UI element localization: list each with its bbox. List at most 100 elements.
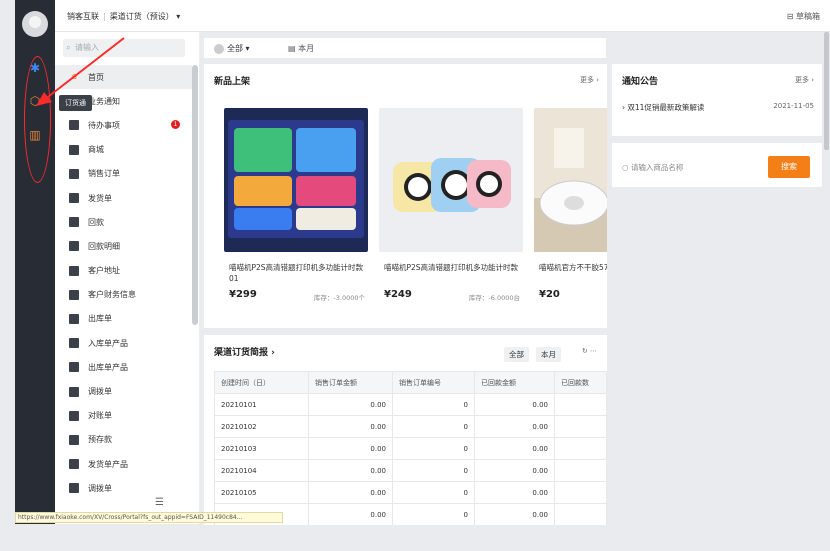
table-row: 20210102 0.00 0 0.00 <box>214 415 607 438</box>
product-image <box>379 108 523 252</box>
menu-item-icon <box>69 289 79 300</box>
sidebar-item[interactable]: 客户财务信息 <box>55 283 192 307</box>
table-row: 20210105 0.00 0 0.00 <box>214 481 607 504</box>
table-cell: 0.00 <box>308 393 393 416</box>
product-image <box>224 108 368 252</box>
sidebar-item-label: 客户财务信息 <box>88 290 136 300</box>
sidebar-item[interactable]: 商城 <box>55 138 192 162</box>
table-cell: 0 <box>392 481 475 504</box>
table-cell <box>554 415 607 438</box>
table-cell: 0.00 <box>474 393 555 416</box>
sidebar-scrollbar[interactable] <box>192 65 198 325</box>
notification-badge: 1 <box>171 120 180 130</box>
table-cell: 0.00 <box>308 437 393 460</box>
sidebar-item[interactable]: 调拨单 <box>55 476 192 500</box>
table-cell: 0.00 <box>474 481 555 504</box>
table-cell: 0 <box>392 393 475 416</box>
table-cell: 0.00 <box>308 503 393 525</box>
sidebar-item[interactable]: 回款明细 <box>55 234 192 258</box>
user-avatar-icon <box>214 43 224 54</box>
search-icon: ○ <box>622 163 629 172</box>
table-cell: 0.00 <box>474 503 555 525</box>
menu-item-icon <box>69 386 79 397</box>
column-header[interactable]: 已回款金额 <box>474 371 555 394</box>
channel-name: 渠道订货（预设） <box>109 12 174 21</box>
sidebar-item[interactable]: 待办事项 1 <box>55 113 192 137</box>
period-select[interactable]: ▤ 本月 <box>288 43 314 54</box>
menu-item-icon <box>69 241 79 252</box>
column-header[interactable]: 销售订单金额 <box>308 371 393 394</box>
refresh-icon[interactable]: ↻ ⋯ <box>582 347 597 355</box>
goods-search-input[interactable]: ○ 请输入商品名称 <box>622 162 683 173</box>
sidebar-item[interactable]: 出库单产品 <box>55 355 192 379</box>
menu-item-icon <box>69 217 79 228</box>
table-cell <box>554 459 607 482</box>
column-header[interactable]: 销售订单编号 <box>392 371 475 394</box>
menu-item-icon <box>69 410 79 421</box>
menu-item-icon <box>69 168 79 179</box>
report-scope-all[interactable]: 全部 <box>504 347 529 362</box>
sidebar-item-label: 发货单产品 <box>88 459 128 469</box>
sidebar-item-label: 商城 <box>88 145 104 155</box>
collapse-menu-icon[interactable]: ☰ <box>155 497 164 508</box>
table-cell <box>554 503 607 525</box>
notice-item[interactable]: › 双11促销最新政策解读 <box>622 102 704 113</box>
column-header[interactable]: 已回款数 <box>554 371 607 394</box>
table-cell: 20210103 <box>214 437 309 460</box>
scope-select[interactable]: 全部 ▾ <box>214 43 250 54</box>
table-cell <box>554 393 607 416</box>
table-cell: 0 <box>392 415 475 438</box>
sidebar-item-label: 发货单 <box>88 193 112 203</box>
table-cell: 20210101 <box>214 393 309 416</box>
sidebar-item[interactable]: 发货单产品 <box>55 452 192 476</box>
panel-title: 新品上架 <box>214 77 251 87</box>
table-cell: 0.00 <box>308 481 393 504</box>
menu-item-icon <box>69 338 79 349</box>
sidebar-item-label: 销售订单 <box>88 169 120 179</box>
more-link[interactable]: 更多 › <box>580 75 599 85</box>
table-row: 20210103 0.00 0 0.00 <box>214 437 607 460</box>
table-cell: 0.00 <box>308 415 393 438</box>
sidebar-item[interactable]: 预存款 <box>55 428 192 452</box>
menu-item-icon <box>69 483 79 494</box>
annotation-arrow <box>36 37 125 106</box>
column-header[interactable]: 创建时间（日） <box>214 371 309 394</box>
menu-item-icon <box>69 362 79 373</box>
product-card[interactable]: 喵喵机官方不干胶57*30mm(一盒 ¥20 <box>534 108 607 313</box>
sidebar-item-label: 调拨单 <box>88 387 112 397</box>
menu-item-icon <box>69 434 79 445</box>
product-image <box>534 108 607 252</box>
sidebar-item[interactable]: 出库单 <box>55 307 192 331</box>
product-card[interactable]: 喵喵机P2S高清错题打印机多功能计时款 ¥249 库存：-6.0000台 <box>379 108 525 313</box>
tenant-switcher[interactable]: 销客互联 | 渠道订货（预设） ▾ <box>67 11 180 22</box>
sidebar-item-label: 回款 <box>88 217 104 227</box>
panel-title[interactable]: 渠道订货简报 › <box>214 345 275 358</box>
more-link[interactable]: 更多 › <box>795 75 814 85</box>
status-bar-url: https://www.fxiaoke.com/XV/Cross/Portal?… <box>15 512 283 523</box>
sidebar-item[interactable]: 发货单 <box>55 186 192 210</box>
table-cell: 0.00 <box>474 437 555 460</box>
table-cell: 0 <box>392 437 475 460</box>
draft-box-button[interactable]: ⊟ 草稿箱 <box>787 11 820 22</box>
report-table: 创建时间（日） 销售订单金额 销售订单编号 已回款金额 已回款数 20210101 0.0… <box>214 371 607 525</box>
report-period-month[interactable]: 本月 <box>536 347 561 362</box>
page-scrollbar[interactable] <box>824 32 829 150</box>
sidebar-item[interactable]: 入库单产品 <box>55 331 192 355</box>
table-row: 20210104 0.00 0 0.00 <box>214 459 607 482</box>
sidebar-item[interactable]: 客户地址 <box>55 259 192 283</box>
sidebar-item[interactable]: 销售订单 <box>55 162 192 186</box>
sidebar-item[interactable]: 回款 <box>55 210 192 234</box>
sidebar-item-label: 出库单产品 <box>88 362 128 372</box>
menu-item-icon <box>69 265 79 276</box>
sidebar-item-label: 入库单产品 <box>88 338 128 348</box>
sidebar-item[interactable]: 对账单 <box>55 404 192 428</box>
table-cell: 0 <box>392 503 475 525</box>
sidebar-menu: ⌂首页业务通知待办事项1商城销售订单发货单回款回款明细客户地址客户财务信息出库单… <box>55 65 192 500</box>
table-cell: 0.00 <box>474 459 555 482</box>
table-row: 20210101 0.00 0 0.00 <box>214 393 607 416</box>
product-card[interactable]: 喵喵机P2S高清错题打印机多功能计时款01 ¥299 库存：-3.0000个 <box>224 108 370 313</box>
sidebar-item[interactable]: 调拨单 <box>55 379 192 403</box>
sidebar-item-label: 对账单 <box>88 411 112 421</box>
table-cell: 0.00 <box>308 459 393 482</box>
search-button[interactable]: 搜索 <box>768 156 810 178</box>
